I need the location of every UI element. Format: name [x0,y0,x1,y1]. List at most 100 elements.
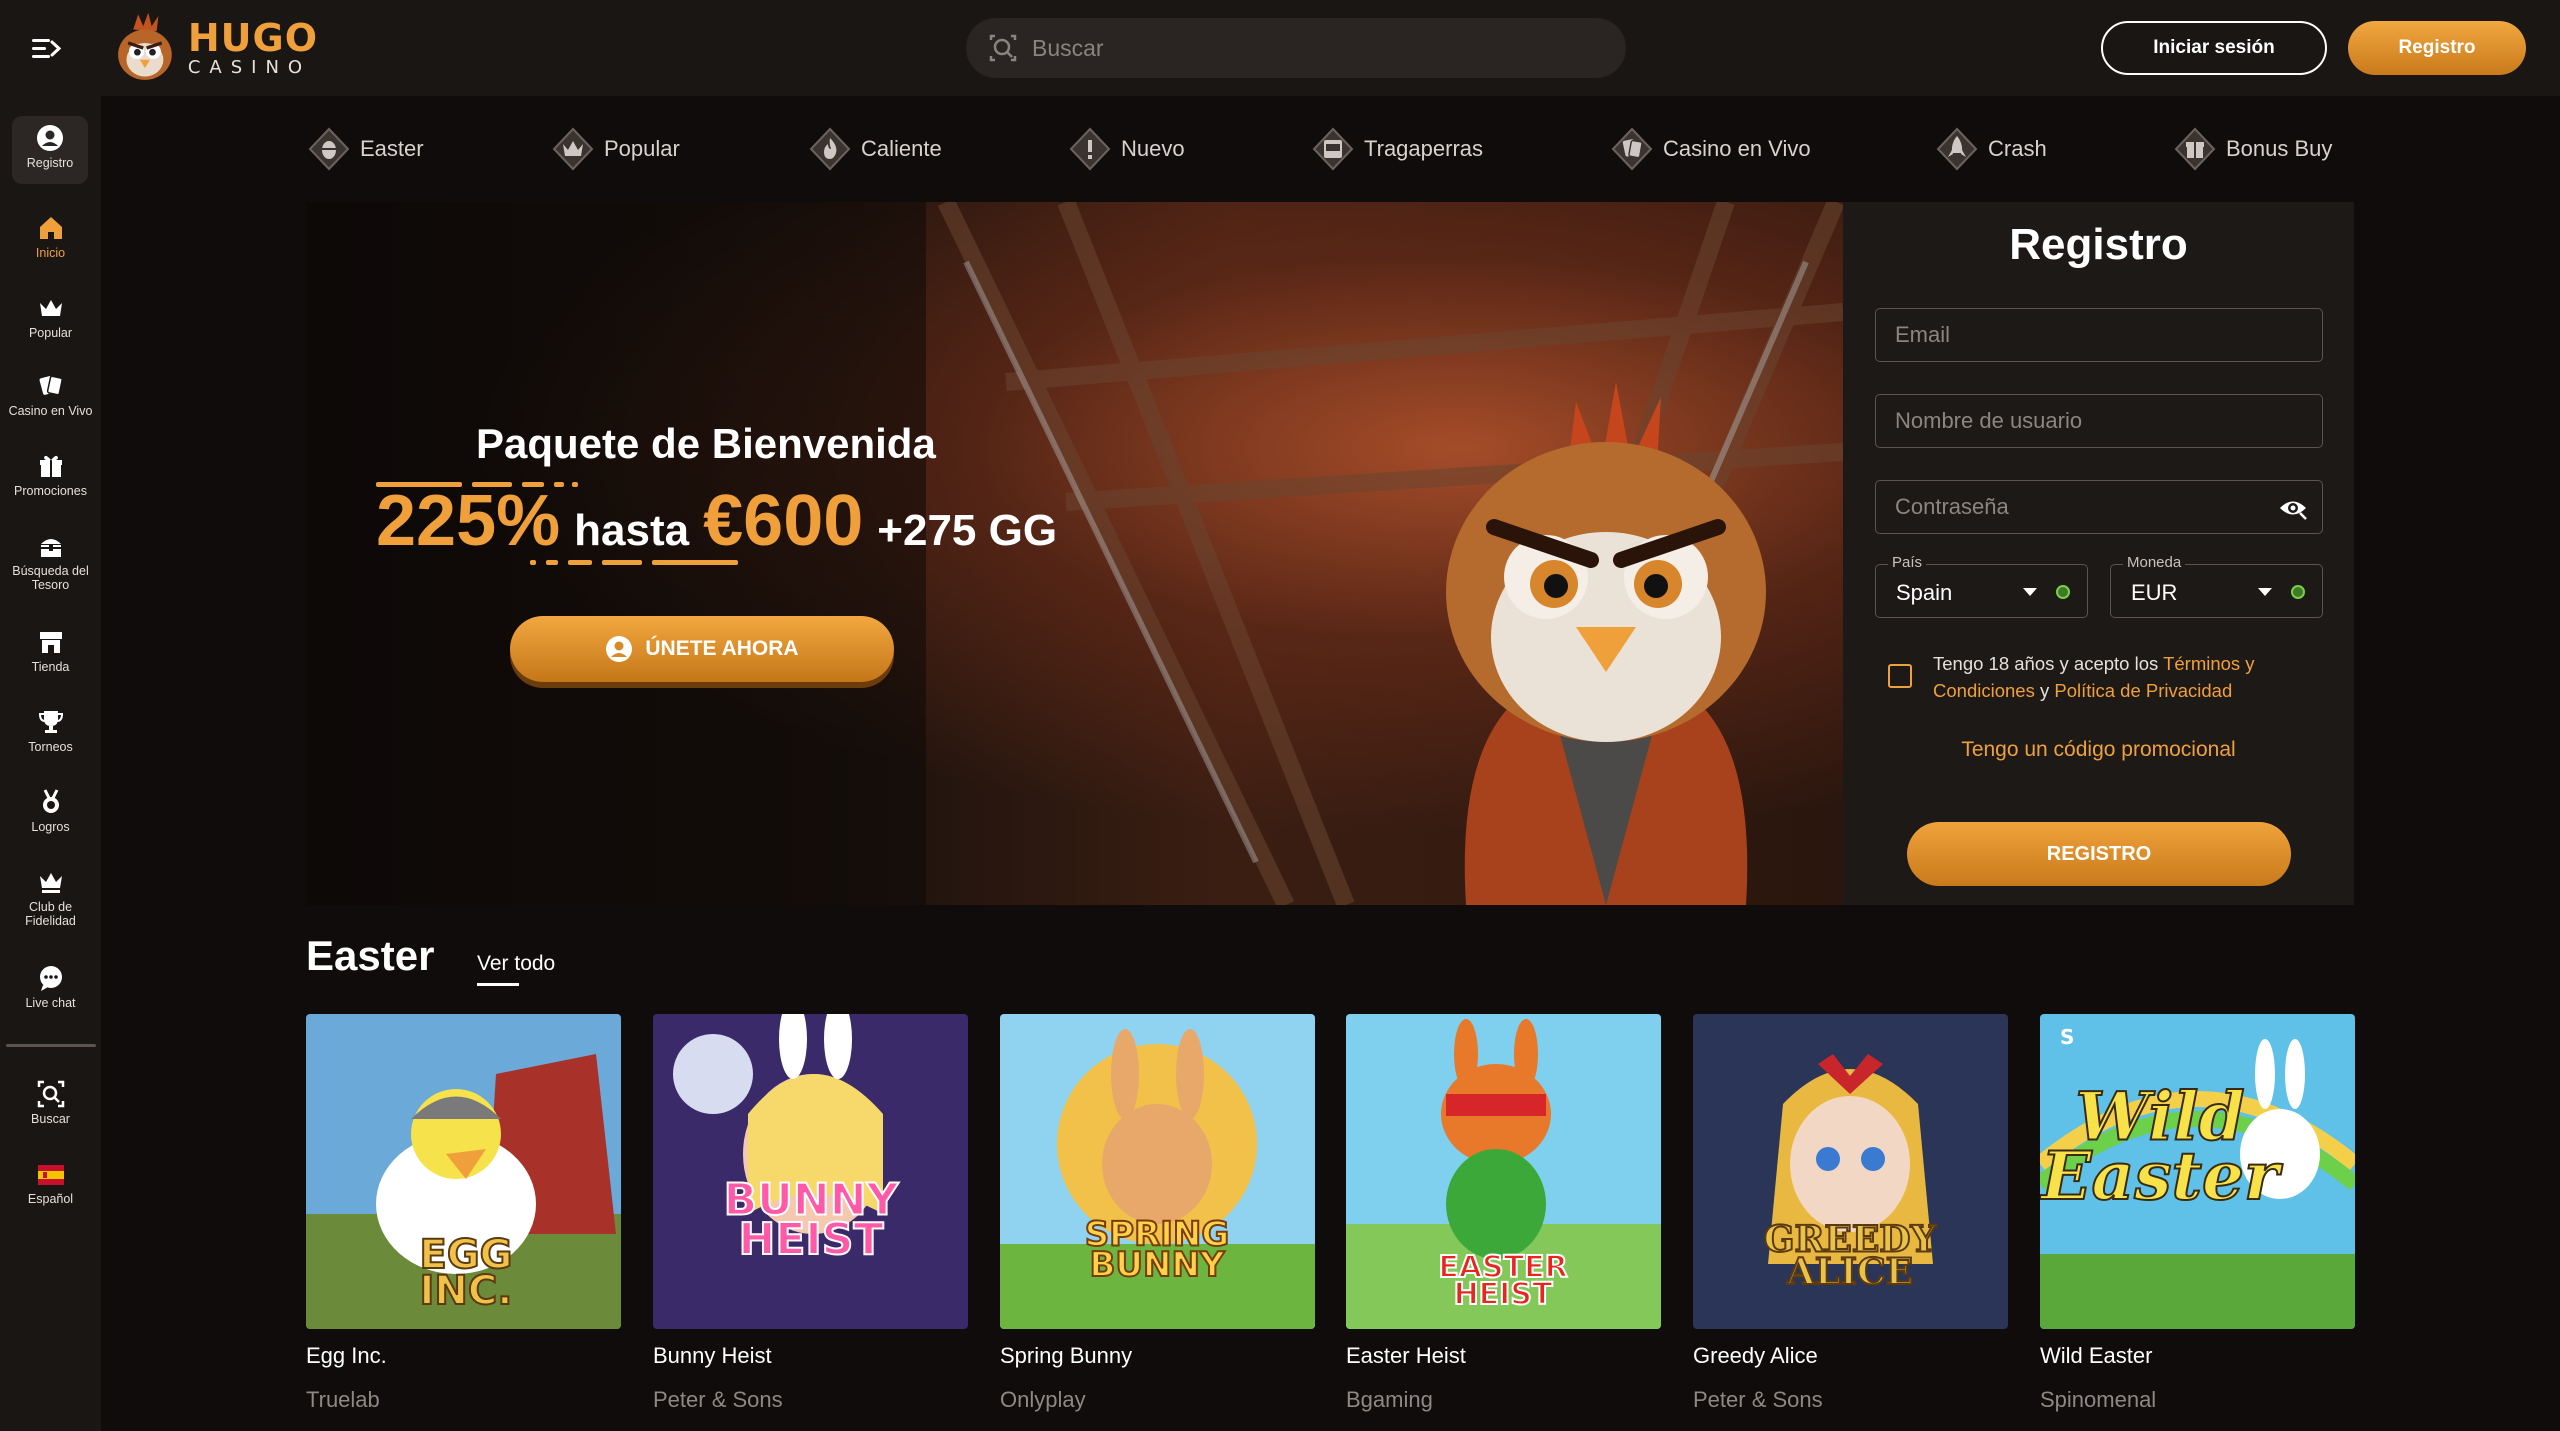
game-art-title: GREEDY ALICE [1764,1219,1938,1293]
currency-select[interactable]: Moneda EUR [2110,554,2323,618]
privacy-link[interactable]: Política de Privacidad [2054,680,2232,701]
game-thumbnail[interactable]: EGG INC. [306,1014,621,1329]
game-name[interactable]: Egg Inc. [306,1343,621,1369]
password-field-wrapper [1875,480,2323,534]
username-field-wrapper [1875,394,2323,448]
gift-icon [39,455,62,477]
shop-icon [39,632,62,653]
sidebar-item-torneos[interactable]: Torneos [0,708,101,754]
sidebar-item-promociones[interactable]: Promociones [0,452,101,498]
category-bonus-buy[interactable]: Bonus Buy [2172,118,2332,180]
game-name[interactable]: Spring Bunny [1000,1343,1315,1369]
email-field-wrapper [1875,308,2323,362]
category-popular[interactable]: Popular [550,118,680,180]
game-card-wild-easter[interactable]: S Wild Easter Wild Easter Spinomenal [2040,1014,2355,1413]
sidebar-item-inicio[interactable]: Inicio [0,214,101,260]
category-label: Nuevo [1121,136,1185,161]
sidebar-item-logros[interactable]: Logros [0,788,101,834]
game-provider: Onlyplay [1000,1387,1086,1412]
promo-code-link[interactable]: Tengo un código promocional [1843,738,2354,762]
banner-title: Paquete de Bienvenida [476,420,936,467]
game-thumbnail[interactable]: S Wild Easter [2040,1014,2355,1329]
game-card-greedy-alice[interactable]: GREEDY ALICE Greedy Alice Peter & Sons [1693,1014,2008,1413]
game-card-bunny-heist[interactable]: BUNNY HEIST Bunny Heist Peter & Sons [653,1014,968,1413]
register-submit-button[interactable]: REGISTRO [1907,822,2291,886]
game-thumbnail[interactable]: GREEDY ALICE [1693,1014,2008,1329]
terms-checkbox[interactable] [1888,664,1912,688]
trophy-icon [38,711,63,733]
game-name[interactable]: Easter Heist [1346,1343,1661,1369]
category-label: Easter [360,136,424,161]
home-icon [39,217,62,239]
sidebar-item-live-chat[interactable]: Live chat [0,964,101,1010]
chevron-down-icon [2023,588,2037,596]
banner-decor-dash [530,560,536,565]
sidebar-item-popular[interactable]: Popular [0,294,101,340]
currency-value: EUR [2131,580,2178,605]
crown-icon [552,127,594,171]
country-select[interactable]: País Spain [1875,554,2088,618]
sidebar-item-label: Español [27,1192,74,1206]
password-field[interactable] [1876,481,2322,533]
category-crash[interactable]: Crash [1934,118,2047,180]
login-button[interactable]: Iniciar sesión [2101,21,2327,75]
bonus-icon [2174,127,2216,171]
welcome-banner[interactable]: Paquete de Bienvenida 225% hasta €600 +2… [306,202,1843,905]
banner-hasta: hasta [574,506,690,555]
banner-decor-dash [522,482,544,487]
chat-icon [39,966,62,991]
banner-decor-dash [572,482,578,487]
username-field[interactable] [1876,395,2322,447]
fire-icon [809,127,851,171]
game-provider: Truelab [306,1387,380,1412]
registration-panel: Registro País Spain Moneda EUR Tengo 18 … [1843,202,2354,905]
logo-casino-text: CASINO [187,57,312,78]
sidebar-item-buscar[interactable]: Buscar [0,1080,101,1126]
game-thumbnail[interactable]: BUNNY HEIST [653,1014,968,1329]
join-now-button[interactable]: ÚNETE AHORA [510,616,894,682]
game-name[interactable]: Bunny Heist [653,1343,968,1369]
game-art-title: SPRING BUNNY [1085,1214,1230,1285]
search-input[interactable] [1032,34,1592,62]
game-thumbnail[interactable]: SPRING BUNNY [1000,1014,1315,1329]
valid-check-icon [2291,585,2305,599]
category-caliente[interactable]: Caliente [807,118,942,180]
top-bar: HUGO CASINO Iniciar sesión Registro [0,0,2560,96]
category-easter[interactable]: Easter [306,118,424,180]
menu-toggle-icon[interactable] [30,32,64,64]
currency-label: Moneda [2123,554,2186,571]
sidebar-item-club-de-fidelidad[interactable]: Club de Fidelidad [0,868,101,929]
rocket-icon [1936,127,1978,171]
game-name[interactable]: Wild Easter [2040,1343,2355,1369]
banner-decor-dash [546,560,558,565]
sidebar-item-casino-en-vivo[interactable]: Casino en Vivo [0,372,101,418]
email-field[interactable] [1876,309,2322,361]
sidebar-item-label: Buscar [31,1112,70,1126]
sidebar-divider [6,1044,96,1047]
user-icon [606,636,633,662]
category-nuevo[interactable]: Nuevo [1067,118,1185,180]
register-header-button[interactable]: Registro [2348,21,2526,75]
search-bar[interactable] [966,18,1626,78]
sidebar-item-registro[interactable]: Registro [12,116,88,184]
terms-text: Tengo 18 años y acepto los Términos y Co… [1933,650,2333,704]
chevron-down-icon [2258,588,2272,596]
game-thumbnail[interactable]: EASTER HEIST [1346,1014,1661,1329]
game-card-egg-inc[interactable]: EGG INC. Egg Inc. Truelab [306,1014,621,1413]
see-all-link[interactable]: Ver todo [477,952,555,976]
sidebar-item-busqueda-del-tesoro[interactable]: Búsqueda del Tesoro [0,532,101,593]
banner-decor-dash [568,560,592,565]
category-tragaperras[interactable]: Tragaperras [1310,118,1483,180]
hugo-casino-logo[interactable]: HUGO CASINO [108,4,318,92]
game-name[interactable]: Greedy Alice [1693,1343,2008,1369]
banner-extra: +275 GG [877,506,1058,555]
eye-icon[interactable] [2278,495,2308,521]
sidebar-item-tienda[interactable]: Tienda [0,628,101,674]
category-casino-en-vivo[interactable]: Casino en Vivo [1609,118,1811,180]
game-card-easter-heist[interactable]: EASTER HEIST Easter Heist Bgaming [1346,1014,1661,1413]
country-label: País [1888,554,1927,571]
sidebar-item-espanol[interactable]: Español [0,1160,101,1206]
new-badge-icon [1069,127,1111,171]
game-card-spring-bunny[interactable]: SPRING BUNNY Spring Bunny Onlyplay [1000,1014,1315,1413]
cards-icon [1611,127,1653,171]
